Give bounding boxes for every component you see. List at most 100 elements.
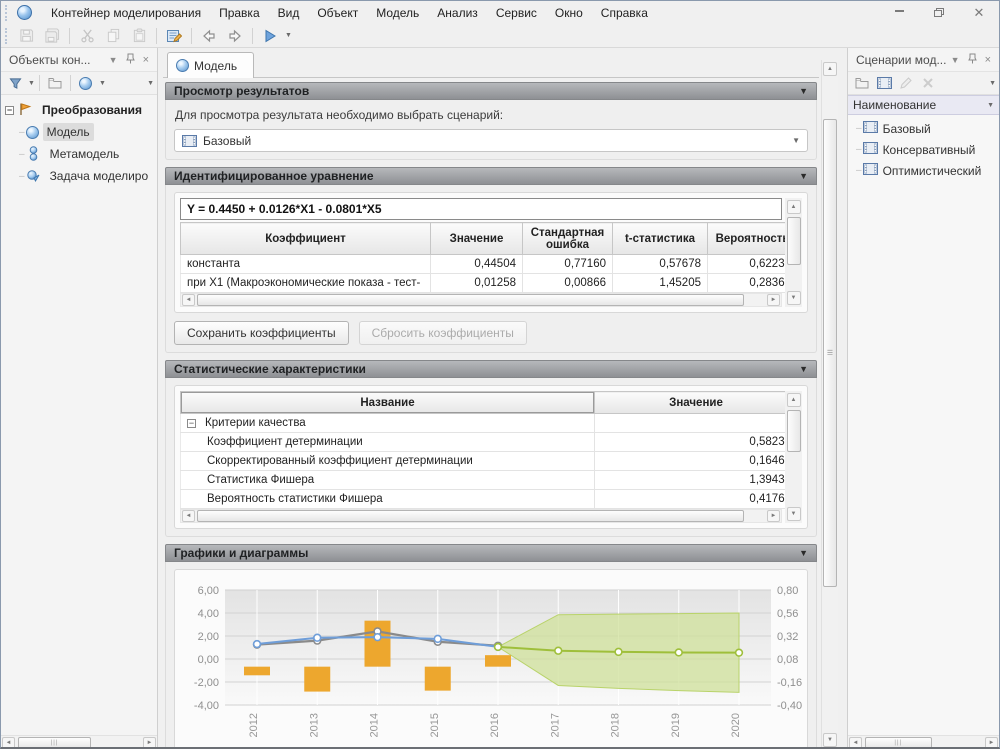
edit-properties-icon[interactable]	[161, 25, 187, 46]
coeff-col-header-4[interactable]: Вероятность	[708, 223, 798, 255]
scroll-left-icon[interactable]: ◄	[2, 737, 15, 749]
scenarios-panel-hscrollbar[interactable]: ◄ ||| ►	[848, 735, 999, 749]
column-filter-icon[interactable]: ▼	[987, 102, 994, 109]
pin-icon[interactable]	[964, 53, 981, 66]
toolbar-grip[interactable]	[5, 5, 9, 21]
panel-menu-icon[interactable]: ▼	[105, 55, 122, 65]
scroll-right-icon[interactable]: ►	[767, 294, 780, 306]
scroll-down-icon[interactable]: ▼	[787, 291, 801, 305]
group-expander-icon[interactable]: −	[187, 419, 196, 428]
sphere-dropdown-icon[interactable]: ▼	[99, 80, 106, 87]
scroll-left-icon[interactable]: ◄	[849, 737, 862, 749]
folder-icon[interactable]	[851, 73, 873, 94]
forward-icon[interactable]	[222, 25, 248, 46]
table-row[interactable]: Статистика Фишера1,39433	[181, 471, 798, 490]
paste-icon[interactable]	[126, 25, 152, 46]
menu-item-2[interactable]: Вид	[269, 3, 309, 23]
scenario-item-1[interactable]: –Консервативный	[848, 139, 999, 160]
menu-item-8[interactable]: Справка	[592, 3, 657, 23]
save-icon[interactable]	[13, 25, 39, 46]
menu-item-4[interactable]: Модель	[367, 3, 428, 23]
scenarios-column-header[interactable]: Наименование ▼	[848, 95, 999, 115]
main-vscrollbar[interactable]: ▲ ☰ ▼	[821, 60, 838, 749]
run-dropdown-icon[interactable]: ▼	[285, 32, 292, 39]
coeff-col-header-0[interactable]: Коэффициент	[181, 223, 431, 255]
scroll-left-icon[interactable]: ◄	[182, 294, 195, 306]
save-coefficients-button[interactable]: Сохранить коэффициенты	[174, 321, 349, 345]
scroll-right-icon[interactable]: ►	[143, 737, 156, 749]
tab-model[interactable]: Модель	[167, 52, 254, 78]
folder-icon[interactable]	[44, 73, 66, 94]
scroll-down-icon[interactable]: ▼	[823, 733, 837, 747]
scenario-item-2[interactable]: –Оптимистический	[848, 160, 999, 181]
collapse-section-icon[interactable]: ▼	[799, 364, 808, 374]
restore-button[interactable]	[919, 1, 959, 24]
scroll-left-icon[interactable]: ◄	[182, 510, 195, 522]
scroll-down-icon[interactable]: ▼	[787, 507, 801, 521]
copy-icon[interactable]	[100, 25, 126, 46]
film-icon[interactable]	[873, 73, 895, 94]
scroll-up-icon[interactable]: ▲	[787, 200, 801, 214]
panel-toolbar-overflow-icon[interactable]: ▼	[989, 80, 996, 87]
pencil-icon[interactable]	[895, 73, 917, 94]
back-icon[interactable]	[196, 25, 222, 46]
section-equation-header[interactable]: Идентифицированное уравнение ▼	[165, 167, 817, 185]
minimize-button[interactable]	[879, 1, 919, 24]
close-button[interactable]: ✕	[959, 1, 999, 24]
combobox-dropdown-icon[interactable]: ▼	[792, 136, 800, 145]
statistics-table-vscrollbar[interactable]: ▲ ▼	[785, 391, 802, 523]
scenario-item-0[interactable]: –Базовый	[848, 118, 999, 139]
collapse-section-icon[interactable]: ▼	[799, 86, 808, 96]
filter-dropdown-icon[interactable]: ▼	[28, 80, 35, 87]
delete-x-icon[interactable]	[917, 73, 939, 94]
scroll-up-icon[interactable]: ▲	[823, 62, 837, 76]
section-stats-header[interactable]: Статистические характеристики ▼	[165, 360, 817, 378]
table-row[interactable]: при X1 (Макроэкономические показа - тест…	[181, 274, 798, 293]
panel-splitter[interactable]	[838, 48, 847, 749]
scroll-right-icon[interactable]: ►	[767, 510, 780, 522]
run-icon[interactable]	[257, 25, 283, 46]
close-panel-icon[interactable]: ×	[139, 54, 153, 66]
tree-item-1[interactable]: –Метамодель	[5, 143, 157, 165]
cut-icon[interactable]	[74, 25, 100, 46]
statistics-table-hscrollbar[interactable]: ◄ ►	[180, 509, 782, 523]
reset-coefficients-button[interactable]: Сбросить коэффициенты	[359, 321, 527, 345]
tree-item-transformations[interactable]: −Преобразования	[5, 99, 157, 121]
tree-expander-icon[interactable]: −	[5, 106, 14, 115]
filter-icon[interactable]	[4, 73, 26, 94]
coeff-col-header-2[interactable]: Стандартная ошибка	[523, 223, 613, 255]
pin-icon[interactable]	[122, 53, 139, 66]
scroll-right-icon[interactable]: ►	[985, 737, 998, 749]
table-row[interactable]: Коэффициент детерминации0,58235	[181, 433, 798, 452]
coeff-col-header-1[interactable]: Значение	[431, 223, 523, 255]
menu-item-7[interactable]: Окно	[546, 3, 592, 23]
panel-toolbar-overflow-icon[interactable]: ▼	[147, 80, 154, 87]
menu-item-5[interactable]: Анализ	[428, 3, 487, 23]
section-results-header[interactable]: Просмотр результатов ▼	[165, 82, 817, 100]
close-panel-icon[interactable]: ×	[981, 54, 995, 66]
menu-item-1[interactable]: Правка	[210, 3, 269, 23]
stats-group-row[interactable]: −Критерии качества	[181, 414, 798, 433]
table-row[interactable]: Вероятность статистики Фишера0,41765	[181, 490, 798, 509]
tree-item-2[interactable]: –Задача моделиро	[5, 165, 157, 187]
section-charts-header[interactable]: Графики и диаграммы ▼	[165, 544, 817, 562]
table-row[interactable]: константа0,445040,771600,576780,62235	[181, 255, 798, 274]
toolbar-grip[interactable]	[5, 28, 9, 44]
collapse-section-icon[interactable]: ▼	[799, 548, 808, 558]
panel-menu-icon[interactable]: ▼	[947, 55, 964, 65]
objects-panel-hscrollbar[interactable]: ◄ ||| ►	[1, 735, 157, 749]
model-sphere-icon[interactable]	[75, 73, 97, 94]
coeff-col-header-3[interactable]: t-статистика	[613, 223, 708, 255]
coefficients-table-vscrollbar[interactable]: ▲ ▼	[785, 198, 802, 307]
tree-item-0[interactable]: –Модель	[5, 121, 157, 143]
stats-col-header-0[interactable]: Название	[181, 392, 595, 414]
table-row[interactable]: Скорректированный коэффициент детерминац…	[181, 452, 798, 471]
save-all-icon[interactable]	[39, 25, 65, 46]
stats-col-header-1[interactable]: Значение	[595, 392, 798, 414]
menu-item-3[interactable]: Объект	[308, 3, 367, 23]
menu-item-0[interactable]: Контейнер моделирования	[42, 3, 210, 23]
coefficients-table-hscrollbar[interactable]: ◄ ►	[180, 293, 782, 307]
collapse-section-icon[interactable]: ▼	[799, 171, 808, 181]
scroll-up-icon[interactable]: ▲	[787, 393, 801, 407]
menu-item-6[interactable]: Сервис	[487, 3, 546, 23]
